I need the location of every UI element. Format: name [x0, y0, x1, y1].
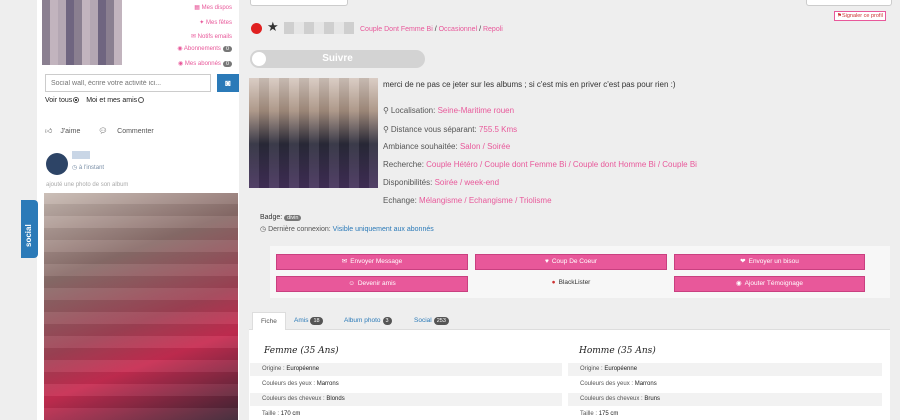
post-actions: 👍︎ J'aime 💬︎ Commenter	[45, 126, 170, 135]
ban-icon: ●	[551, 279, 556, 286]
profile-tabs: Fiche Amis 18 Album photo 3 Social 253	[249, 312, 890, 330]
profile-types: Couple Dont Femme Bi / Occasionnel / Rep…	[360, 26, 503, 33]
man-height-row: Taille : 175 cm	[580, 411, 619, 417]
envelope-icon: ✉	[341, 258, 348, 265]
calendar-icon: ▦	[194, 5, 202, 11]
count-badge: 3	[382, 317, 392, 325]
profile-bio: merci de ne pas ce jeter sur les albums …	[383, 80, 676, 89]
comment-button[interactable]: 💬︎ Commenter	[98, 128, 161, 135]
post-caption: ajouté une photo de son album	[46, 182, 129, 188]
post-time: ◷ à l'instant	[72, 165, 105, 171]
rss-icon: ◉	[178, 61, 185, 67]
last-login-value[interactable]: Visible uniquement aux abonnés	[333, 226, 434, 233]
man-eyes-row: Couleurs des yeux : Marrons	[580, 381, 657, 387]
post-photo[interactable]	[44, 193, 238, 420]
favorite-star-icon[interactable]: ★	[267, 20, 279, 33]
eye-icon: ◉	[735, 280, 742, 287]
count-badge: 0	[222, 46, 232, 52]
tab-social[interactable]: Social 253	[414, 312, 449, 330]
tab-amis[interactable]: Amis 18	[294, 312, 323, 330]
info-availability: Disponibilités: Soirée / week-end	[383, 178, 500, 187]
send-message-button[interactable]: ✉ Envoyer Message	[276, 254, 468, 270]
like-button[interactable]: 👍︎ J'aime	[45, 128, 88, 135]
report-profile-button[interactable]: ⚑Signaler ce profil	[834, 11, 886, 21]
woman-origin-row: Origine : Européenne	[250, 363, 562, 376]
lips-icon: ❤	[740, 258, 746, 265]
quick-link-dispos[interactable]: ▦ Mes dispos	[162, 4, 232, 11]
count-badge: 18	[310, 317, 323, 325]
info-location: ⚲ Localisation: Seine-Maritime rouen	[383, 106, 515, 115]
filter-all-label: Voir tous	[45, 97, 73, 104]
add-testimony-button[interactable]: ◉ Ajouter Témoignage	[674, 276, 865, 292]
filter-friends-label: Moi et mes amis	[86, 97, 138, 104]
info-ambiance: Ambiance souhaitée: Salon / Soirée	[383, 142, 511, 151]
follow-toggle[interactable]: Suivre	[250, 50, 425, 68]
filter-all-radio[interactable]	[73, 97, 80, 104]
blacklist-button[interactable]: ● BlackLister	[475, 276, 667, 292]
social-wall-input[interactable]	[45, 74, 211, 92]
party-icon: ✦	[199, 20, 206, 26]
profile-type-link[interactable]: Repoli	[483, 26, 503, 33]
envelope-icon: ✉	[190, 34, 198, 40]
man-title: Homme (35 Ans)	[579, 346, 656, 356]
crush-button[interactable]: ♥ Coup De Coeur	[475, 254, 667, 270]
count-badge: 253	[433, 317, 449, 325]
comment-icon: 💬︎	[98, 128, 110, 135]
top-left-button[interactable]	[250, 0, 348, 6]
feed-filter: Voir tous Moi et mes amis	[45, 97, 149, 104]
clock-icon: ◷	[72, 165, 79, 171]
quick-link-subscribers[interactable]: ◉ Mes abonnés 0	[162, 60, 232, 67]
woman-height-row: Taille : 170 cm	[262, 411, 301, 417]
woman-eyes-row: Couleurs des yeux : Marrons	[262, 381, 339, 387]
user-plus-icon: ☺	[348, 280, 355, 287]
quick-link-fetes[interactable]: ✦ Mes fêtes	[162, 19, 232, 26]
top-right-button[interactable]	[806, 0, 892, 6]
info-distance: ⚲ Distance vous séparant: 755.5 Kms	[383, 125, 518, 134]
social-side-tab[interactable]: social	[21, 200, 38, 258]
filter-friends-radio[interactable]	[138, 97, 145, 104]
profile-type-link[interactable]: Occasionnel	[439, 26, 478, 33]
tab-album[interactable]: Album photo 3	[344, 312, 392, 330]
clock-icon: ◷	[260, 226, 269, 233]
badge-row: Badge: divin	[260, 214, 302, 221]
avatar[interactable]	[46, 153, 68, 175]
follow-toggle-knob	[252, 52, 266, 66]
send-kiss-button[interactable]: ❤ Envoyer un bisou	[674, 254, 865, 270]
profile-type-link[interactable]: Couple Dont Femme Bi	[360, 26, 433, 33]
camera-button[interactable]: ◙	[217, 74, 239, 92]
status-badge: divin	[284, 215, 302, 221]
rss-icon: ◉	[177, 46, 184, 52]
camera-icon: ◙	[225, 78, 231, 88]
count-badge: 0	[222, 61, 232, 67]
become-friend-button[interactable]: ☺ Devenir amis	[276, 276, 468, 292]
social-tab-label: social	[24, 224, 33, 247]
quick-link-notifs[interactable]: ✉ Notifs emails	[162, 33, 232, 40]
woman-title: Femme (35 Ans)	[264, 346, 339, 356]
map-marker-icon: ⚲	[383, 125, 389, 134]
quick-link-subscriptions[interactable]: ◉ Abonnements 0	[162, 45, 232, 52]
my-profile-photo[interactable]	[42, 0, 122, 65]
man-hair-row: Couleurs des cheveux : Bruns	[568, 393, 882, 406]
man-origin-row: Origine : Européenne	[568, 363, 882, 376]
last-login: ◷ Dernière connexion: Visible uniquement…	[260, 226, 434, 233]
profile-photo[interactable]	[249, 78, 378, 188]
tab-fiche[interactable]: Fiche	[252, 312, 286, 330]
info-search: Recherche: Couple Hétéro / Couple dont F…	[383, 160, 697, 169]
heart-icon: ♥	[544, 258, 549, 265]
info-exchange: Echange: Mélangisme / Echangisme / Triol…	[383, 196, 552, 205]
post-author-mosaic[interactable]	[72, 151, 90, 159]
thumbs-up-icon: 👍︎	[45, 128, 53, 135]
online-status-icon	[251, 23, 262, 34]
map-marker-icon: ⚲	[383, 106, 389, 115]
woman-hair-row: Couleurs des cheveux : Blonds	[250, 393, 562, 406]
username-mosaic	[284, 22, 354, 34]
